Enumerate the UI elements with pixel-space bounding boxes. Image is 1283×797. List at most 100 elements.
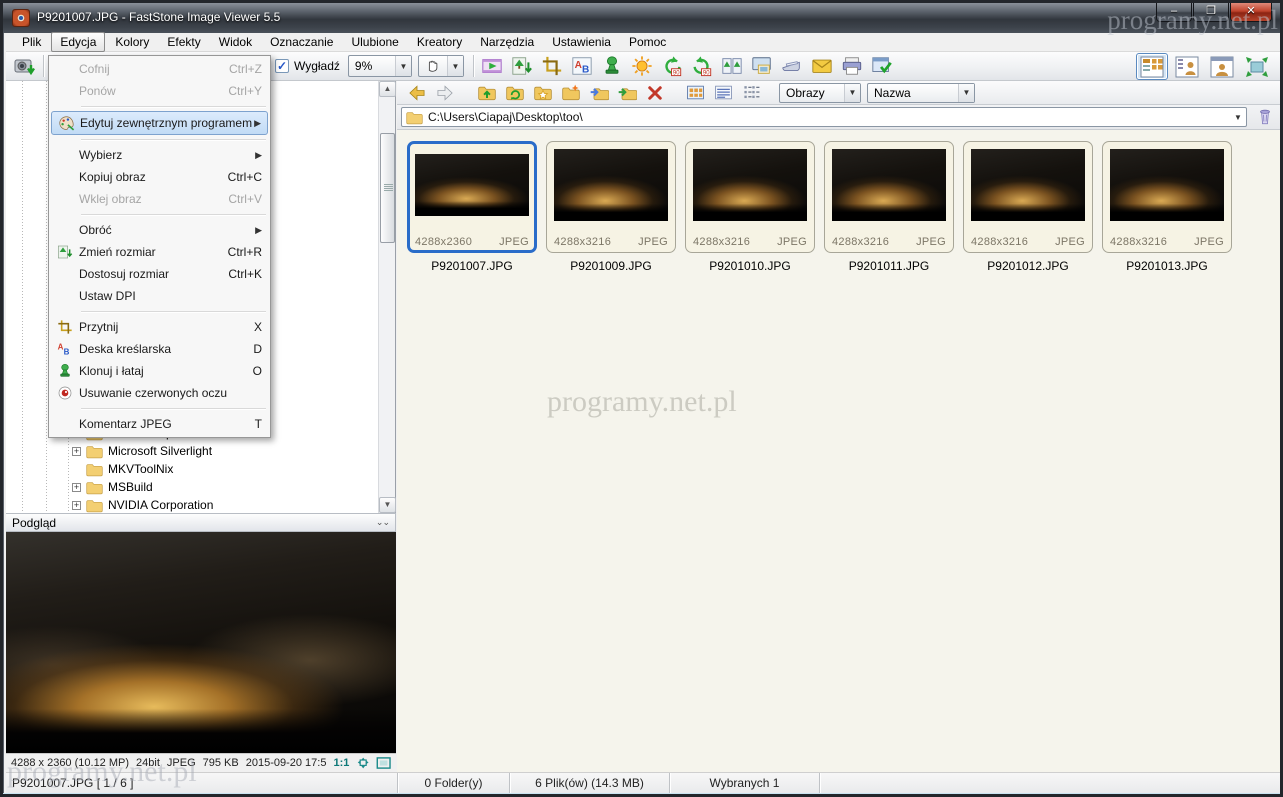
move-to-folder-button[interactable] xyxy=(613,82,641,104)
file-browser-area[interactable]: 4288x2360JPEG P9201007.JPG 4288x3216JPEG… xyxy=(397,129,1283,772)
file-filter-select[interactable]: Obrazy▼ xyxy=(779,83,861,103)
adjust-lighting-button[interactable] xyxy=(627,53,657,79)
tree-item-label[interactable]: MSBuild xyxy=(108,480,153,494)
file-thumbnail[interactable]: 4288x3216JPEG P9201011.JPG xyxy=(824,141,954,273)
menu-item-obroc[interactable]: Obróć▶ xyxy=(51,219,268,241)
zoom-select[interactable]: 9%▼ xyxy=(348,55,412,77)
browser-view-button[interactable] xyxy=(1136,53,1168,80)
tree-scrollbar[interactable]: ▲ ▼ xyxy=(378,81,395,513)
rotate-right-button[interactable]: 90 xyxy=(687,53,717,79)
clone-stamp-button[interactable] xyxy=(597,53,627,79)
collapse-chevron-icon[interactable]: ⌄⌄ xyxy=(376,517,389,528)
scan-button[interactable] xyxy=(777,53,807,79)
draw-board-button[interactable]: AB xyxy=(567,53,597,79)
title-bar[interactable]: P9201007.JPG - FastStone Image Viewer 5.… xyxy=(3,3,1280,33)
close-button[interactable]: ✕ xyxy=(1230,3,1272,22)
menu-item-zmien-rozmiar[interactable]: Zmień rozmiarCtrl+R xyxy=(51,241,268,263)
copy-to-folder-button[interactable] xyxy=(585,82,613,104)
tree-item-label[interactable]: MKVToolNix xyxy=(108,462,173,476)
tree-expander[interactable]: + xyxy=(72,501,81,510)
scroll-down-icon[interactable]: ▼ xyxy=(379,497,396,513)
menu-item-dostosuj-rozmiar[interactable]: Dostosuj rozmiarCtrl+K xyxy=(51,263,268,285)
menu-item-komentarz-jpeg[interactable]: Komentarz JPEGT xyxy=(51,413,268,435)
tree-expander[interactable]: + xyxy=(72,483,81,492)
menu-pomoc[interactable]: Pomoc xyxy=(621,33,674,51)
details-view-button[interactable] xyxy=(709,82,737,104)
tree-item-label[interactable]: Microsoft Silverlight xyxy=(108,444,212,458)
menu-item-klonuj-i-lataj[interactable]: Klonuj i łatajO xyxy=(51,360,268,382)
chevron-down-icon: ▼ xyxy=(958,84,974,102)
menu-widok[interactable]: Widok xyxy=(211,33,260,51)
menu-oznaczanie[interactable]: Oznaczanie xyxy=(262,33,341,51)
scrollbar-thumb[interactable] xyxy=(380,133,395,243)
file-name[interactable]: P9201012.JPG xyxy=(963,259,1093,273)
menu-edycja[interactable]: Edycja xyxy=(51,32,105,52)
menu-item-cofnij[interactable]: CofnijCtrl+Z xyxy=(51,58,268,80)
sort-select[interactable]: Nazwa▼ xyxy=(867,83,975,103)
thumbnail-view-button[interactable] xyxy=(1171,53,1203,80)
maximize-button[interactable]: ❐ xyxy=(1193,3,1229,22)
thumbnails-view-button[interactable] xyxy=(681,82,709,104)
back-button[interactable] xyxy=(403,82,431,104)
menu-item-edytuj-zewnetrznym[interactable]: Edytuj zewnętrznym programem▶ xyxy=(51,111,268,135)
favorites-folder-button[interactable] xyxy=(529,82,557,104)
file-name[interactable]: P9201009.JPG xyxy=(546,259,676,273)
refresh-folder-button[interactable] xyxy=(501,82,529,104)
menu-item-wybierz[interactable]: Wybierz▶ xyxy=(51,144,268,166)
email-button[interactable] xyxy=(807,53,837,79)
menu-plik[interactable]: Plik xyxy=(14,33,49,51)
folder-up-button[interactable] xyxy=(473,82,501,104)
resize-button[interactable] xyxy=(507,53,537,79)
file-thumbnail[interactable]: 4288x3216JPEG P9201013.JPG xyxy=(1102,141,1232,273)
file-thumbnail[interactable]: 4288x3216JPEG P9201009.JPG xyxy=(546,141,676,273)
preview-image[interactable] xyxy=(6,532,396,753)
fullscreen-preview-icon[interactable] xyxy=(376,756,391,770)
menu-efekty[interactable]: Efekty xyxy=(159,33,208,51)
fit-window-icon[interactable] xyxy=(356,756,370,770)
tree-item-label[interactable]: NVIDIA Corporation xyxy=(108,498,213,512)
compare-button[interactable] xyxy=(717,53,747,79)
menu-item-ustaw-dpi[interactable]: Ustaw DPI xyxy=(51,285,268,307)
slideshow-button[interactable] xyxy=(477,53,507,79)
recycle-bin-button[interactable] xyxy=(1251,106,1279,128)
new-folder-button[interactable] xyxy=(557,82,585,104)
forward-icon xyxy=(435,83,455,103)
minimize-button[interactable]: – xyxy=(1156,3,1192,22)
settings-button[interactable] xyxy=(867,53,897,79)
file-thumbnail[interactable]: 4288x3216JPEG P9201012.JPG xyxy=(963,141,1093,273)
smooth-checkbox[interactable]: ✓ xyxy=(275,59,289,73)
menu-kolory[interactable]: Kolory xyxy=(107,33,157,51)
delete-button[interactable] xyxy=(641,82,669,104)
menu-kreatory[interactable]: Kreatory xyxy=(409,33,470,51)
file-thumbnail[interactable]: 4288x2360JPEG P9201007.JPG xyxy=(407,141,537,273)
full-view-button[interactable] xyxy=(1206,53,1238,80)
clone-stamp-icon xyxy=(601,55,623,77)
file-name[interactable]: P9201010.JPG xyxy=(685,259,815,273)
menu-item-wklej-obraz[interactable]: Wklej obrazCtrl+V xyxy=(51,188,268,210)
file-thumbnail[interactable]: 4288x3216JPEG P9201010.JPG xyxy=(685,141,815,273)
print-button[interactable] xyxy=(837,53,867,79)
address-field[interactable]: C:\Users\Ciapaj\Desktop\too\ ▼ xyxy=(401,107,1247,127)
forward-button[interactable] xyxy=(431,82,459,104)
wallpaper-button[interactable] xyxy=(747,53,777,79)
list-view-button[interactable] xyxy=(737,82,765,104)
file-name[interactable]: P9201011.JPG xyxy=(824,259,954,273)
tree-expander[interactable]: + xyxy=(72,447,81,456)
scroll-up-icon[interactable]: ▲ xyxy=(379,81,396,97)
menu-item-usuwanie-czerwonych-oczu[interactable]: Usuwanie czerwonych oczu xyxy=(51,382,268,404)
hand-tool-select[interactable]: ▼ xyxy=(418,55,464,77)
camera-download-button[interactable] xyxy=(10,53,40,79)
crop-button[interactable] xyxy=(537,53,567,79)
menu-item-deska-kreslarska[interactable]: AB Deska kreślarskaD xyxy=(51,338,268,360)
rotate-left-button[interactable]: 90 xyxy=(657,53,687,79)
fullscreen-button[interactable] xyxy=(1241,53,1273,80)
menu-narzedzia[interactable]: Narzędzia xyxy=(472,33,542,51)
menu-item-ponow[interactable]: PonówCtrl+Y xyxy=(51,80,268,102)
menu-ustawienia[interactable]: Ustawienia xyxy=(544,33,619,51)
menu-item-kopiuj-obraz[interactable]: Kopiuj obrazCtrl+C xyxy=(51,166,268,188)
menu-ulubione[interactable]: Ulubione xyxy=(343,33,406,51)
chevron-down-icon[interactable]: ▼ xyxy=(1230,113,1246,122)
menu-item-przytnij[interactable]: PrzytnijX xyxy=(51,316,268,338)
file-name[interactable]: P9201013.JPG xyxy=(1102,259,1232,273)
file-name[interactable]: P9201007.JPG xyxy=(407,259,537,273)
